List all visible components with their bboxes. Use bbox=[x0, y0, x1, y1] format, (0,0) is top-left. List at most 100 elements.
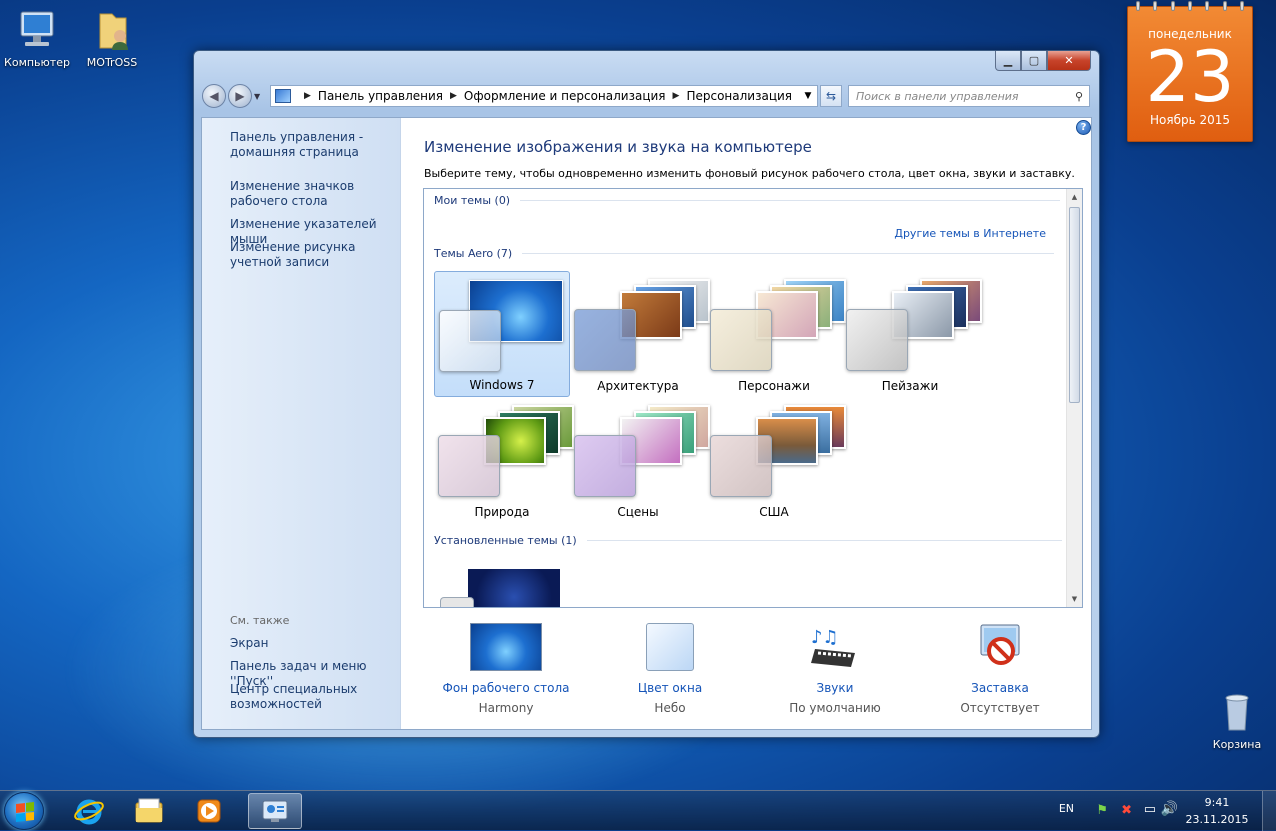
user-folder-icon bbox=[90, 8, 134, 52]
navigation-bar: ◀ ▶ ▼ ▶ Панель управления ▶ Оформление и… bbox=[202, 83, 1091, 109]
calendar-gadget[interactable]: понедельник 23 Ноябрь 2015 bbox=[1127, 1, 1253, 142]
taskbar-internet-explorer[interactable] bbox=[62, 793, 116, 829]
control-panel-icon bbox=[275, 89, 291, 103]
see-also-heading: См. также bbox=[230, 614, 290, 627]
screen-saver-setting[interactable]: Заставка Отсутствует bbox=[930, 623, 1070, 715]
theme-label: США bbox=[759, 505, 789, 519]
theme-characters[interactable]: Персонажи bbox=[706, 271, 846, 397]
group-label: Установленные темы (1) bbox=[434, 534, 577, 547]
breadcrumb-chevron-icon[interactable]: ▶ bbox=[673, 91, 680, 101]
setting-title[interactable]: Фон рабочего стола bbox=[436, 681, 576, 695]
sidebar-link-control-panel-home[interactable]: Панель управления - домашняя страница bbox=[230, 130, 400, 160]
theme-landscapes[interactable]: Пейзажи bbox=[842, 271, 982, 397]
media-player-icon bbox=[197, 799, 221, 823]
caption-buttons: ▁ ▢ ✕ bbox=[995, 51, 1091, 71]
clock-time[interactable]: 9:41 bbox=[1182, 796, 1252, 809]
breadcrumb-personalization[interactable]: Персонализация bbox=[686, 89, 792, 103]
network-icon[interactable]: ▭ bbox=[1144, 802, 1156, 817]
computer-icon bbox=[15, 8, 59, 52]
setting-value: Harmony bbox=[478, 701, 534, 715]
address-bar[interactable]: ▶ Панель управления ▶ Оформление и персо… bbox=[270, 85, 818, 107]
breadcrumb-chevron-icon[interactable]: ▶ bbox=[304, 91, 311, 101]
maximize-button[interactable]: ▢ bbox=[1021, 51, 1047, 71]
sidebar-link-account-picture[interactable]: Изменение рисунка учетной записи bbox=[230, 240, 400, 270]
folder-icon bbox=[135, 798, 163, 823]
calendar-day: 23 bbox=[1145, 36, 1235, 118]
action-center-icon[interactable]: ⚑ bbox=[1096, 803, 1108, 818]
window-color-swatch bbox=[574, 309, 636, 371]
search-input[interactable]: Поиск в панели управления ⚲ bbox=[848, 85, 1090, 107]
language-indicator[interactable]: EN bbox=[1059, 802, 1074, 815]
desktop-icon-recycle-bin[interactable]: Корзина bbox=[1201, 690, 1273, 751]
sidebar-link-desktop-icons[interactable]: Изменение значков рабочего стола bbox=[230, 179, 400, 209]
setting-value: Отсутствует bbox=[960, 701, 1040, 715]
theme-scenes[interactable]: Сцены bbox=[570, 397, 710, 523]
taskbar-explorer[interactable] bbox=[122, 793, 176, 829]
theme-label: Windows 7 bbox=[469, 378, 535, 392]
internet-explorer-icon bbox=[74, 799, 104, 825]
installed-theme-preview[interactable] bbox=[468, 569, 560, 607]
history-dropdown-icon[interactable]: ▼ bbox=[254, 92, 264, 101]
search-icon[interactable]: ⚲ bbox=[1075, 90, 1083, 103]
desktop-icon-user-folder[interactable]: MOTrOSS bbox=[76, 8, 148, 69]
theme-nature[interactable]: Природа bbox=[434, 397, 574, 523]
sidebar-link-ease-of-access[interactable]: Центр специальных возможностей bbox=[230, 682, 400, 712]
themes-scrollbar[interactable]: ▲ ▼ bbox=[1066, 189, 1082, 607]
breadcrumb-appearance[interactable]: Оформление и персонализация bbox=[464, 89, 666, 103]
theme-label: Сцены bbox=[617, 505, 659, 519]
refresh-icon[interactable]: ⇆ bbox=[820, 85, 842, 107]
main-pane: ? Изменение изображения и звука на компь… bbox=[401, 118, 1091, 729]
theme-usa[interactable]: США bbox=[706, 397, 846, 523]
theme-label: Пейзажи bbox=[881, 379, 939, 393]
window-color-setting[interactable]: Цвет окна Небо bbox=[600, 623, 740, 715]
forward-arrow-icon[interactable]: ▶ bbox=[228, 84, 252, 108]
volume-icon[interactable]: 🔊 bbox=[1161, 801, 1178, 817]
scroll-thumb[interactable] bbox=[1069, 207, 1080, 403]
setting-title[interactable]: Заставка bbox=[930, 681, 1070, 695]
setting-title[interactable]: Цвет окна bbox=[600, 681, 740, 695]
group-label: Темы Aero (7) bbox=[434, 247, 513, 260]
breadcrumb-control-panel[interactable]: Панель управления bbox=[318, 89, 443, 103]
desktop-icon-computer[interactable]: Компьютер bbox=[1, 8, 73, 69]
desktop-icon-label: Компьютер bbox=[4, 56, 70, 69]
theme-windows-7[interactable]: Windows 7 bbox=[434, 271, 570, 397]
minimize-button[interactable]: ▁ bbox=[995, 51, 1021, 71]
recycle-bin-icon bbox=[1215, 690, 1259, 734]
sounds-setting[interactable]: ♪♫ Звуки По умолчанию bbox=[765, 623, 905, 715]
clock-date[interactable]: 23.11.2015 bbox=[1182, 813, 1252, 826]
installed-theme-swatch bbox=[440, 597, 474, 607]
window-color-swatch bbox=[574, 435, 636, 497]
breadcrumb-chevron-icon[interactable]: ▶ bbox=[450, 91, 457, 101]
taskbar-media-player[interactable] bbox=[182, 793, 236, 829]
more-themes-online-link[interactable]: Другие темы в Интернете bbox=[894, 227, 1046, 240]
personalization-window: ▁ ▢ ✕ ◀ ▶ ▼ ▶ Панель управления ▶ Оформл… bbox=[193, 50, 1100, 738]
group-my-themes: Мои темы (0) bbox=[434, 194, 1061, 207]
window-color-icon bbox=[646, 623, 694, 671]
back-arrow-icon[interactable]: ◀ bbox=[202, 84, 226, 108]
group-aero-themes: Темы Aero (7) bbox=[434, 247, 1055, 260]
setting-value: Небо bbox=[654, 701, 686, 715]
show-desktop-button[interactable] bbox=[1262, 791, 1276, 831]
desktop-background-setting[interactable]: Фон рабочего стола Harmony bbox=[436, 623, 576, 715]
desktop-icon-label: Корзина bbox=[1212, 738, 1262, 751]
setting-title[interactable]: Звуки bbox=[765, 681, 905, 695]
window-color-swatch bbox=[710, 435, 772, 497]
sidebar: Панель управления - домашняя страница Из… bbox=[202, 118, 401, 729]
svg-text:♪♫: ♪♫ bbox=[811, 627, 839, 648]
themes-list: Мои темы (0) Другие темы в Интернете Тем… bbox=[423, 188, 1083, 608]
help-icon[interactable]: ? bbox=[1076, 120, 1091, 135]
window-color-swatch bbox=[439, 310, 501, 372]
windows-logo-icon bbox=[16, 802, 34, 822]
setting-value: По умолчанию bbox=[789, 701, 881, 715]
desktop-background-icon bbox=[470, 623, 542, 671]
scroll-down-icon[interactable]: ▼ bbox=[1067, 591, 1082, 607]
taskbar-control-panel[interactable] bbox=[248, 793, 302, 829]
group-installed-themes: Установленные темы (1) bbox=[434, 534, 1062, 547]
address-dropdown-icon[interactable]: ▼ bbox=[799, 91, 817, 101]
sidebar-link-display[interactable]: Экран bbox=[230, 636, 400, 651]
scroll-up-icon[interactable]: ▲ bbox=[1067, 189, 1082, 205]
close-button[interactable]: ✕ bbox=[1047, 51, 1091, 71]
theme-architecture[interactable]: Архитектура bbox=[570, 271, 710, 397]
start-button[interactable] bbox=[4, 792, 44, 830]
security-alert-icon[interactable]: ✖ bbox=[1121, 803, 1132, 818]
